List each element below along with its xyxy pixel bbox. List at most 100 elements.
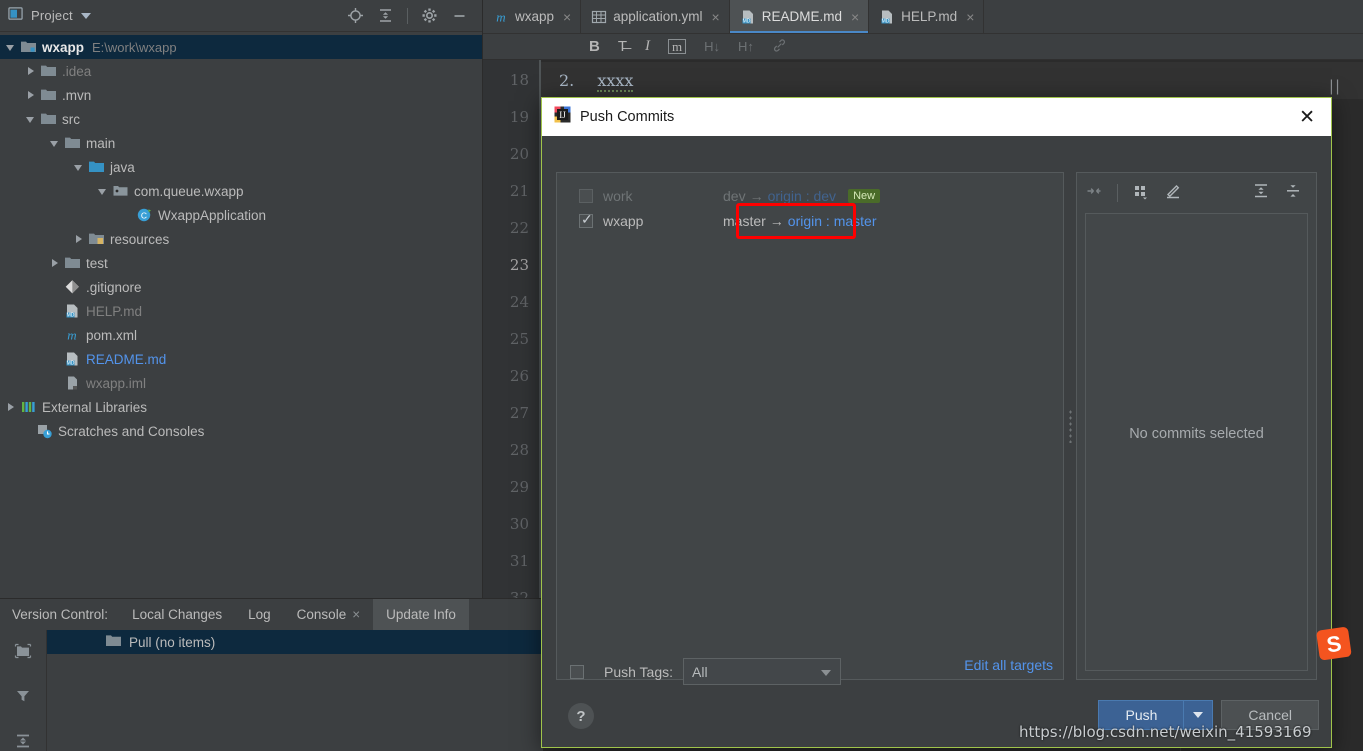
chevron-down-icon[interactable] (96, 184, 110, 198)
repo-checkbox-wxapp[interactable] (579, 211, 593, 228)
tab-label: Log (248, 607, 271, 622)
tree-item-help-md[interactable]: MD HELP.md (0, 299, 482, 323)
chevron-right-icon[interactable] (24, 64, 38, 78)
tab-application-yml[interactable]: application.yml × (581, 0, 730, 33)
chevron-down-icon[interactable] (72, 160, 86, 174)
dialog-title-bar[interactable]: IJ Push Commits ✕ (542, 98, 1331, 136)
close-icon[interactable]: × (563, 9, 571, 25)
chevron-down-icon[interactable] (80, 12, 91, 19)
chevron-right-icon[interactable] (72, 232, 86, 246)
pane-splitter[interactable] (1064, 172, 1076, 680)
tab-console[interactable]: Console × (284, 599, 373, 630)
chevron-right-icon[interactable] (4, 400, 18, 414)
maven-icon: m (64, 327, 81, 343)
tree-item-src[interactable]: src (0, 107, 482, 131)
close-icon[interactable]: × (712, 9, 720, 25)
tree-item-idea[interactable]: .idea (0, 59, 482, 83)
tab-update-info[interactable]: Update Info (373, 599, 469, 630)
markdown-icon: MD (64, 303, 81, 319)
tree-item-gitignore[interactable]: .gitignore (0, 275, 482, 299)
link-icon[interactable] (772, 38, 787, 56)
collapse-all-icon[interactable] (1284, 182, 1302, 205)
tree-item-resources[interactable]: resources (0, 227, 482, 251)
tree-item-scratches-and-consoles[interactable]: Scratches and Consoles (0, 419, 482, 443)
tab-help-md[interactable]: MD HELP.md × (869, 0, 985, 33)
markdown-icon: MD (740, 9, 756, 25)
tab-wxapp[interactable]: m wxapp × (483, 0, 582, 33)
remote-target[interactable]: origin : dev (768, 188, 836, 204)
tree-item-label: pom.xml (86, 327, 138, 343)
italic-icon[interactable]: I (645, 39, 650, 54)
tab-local-changes[interactable]: Local Changes (119, 599, 235, 630)
edit-all-targets-link[interactable]: Edit all targets (964, 657, 1053, 673)
chevron-down-icon[interactable] (48, 136, 62, 150)
tree-item-pom-xml[interactable]: m pom.xml (0, 323, 482, 347)
collapse-all-icon[interactable] (377, 7, 394, 24)
push-tags-checkbox[interactable] (570, 664, 584, 679)
push-target-wxapp[interactable]: master → origin : master (723, 213, 877, 229)
tree-item-main[interactable]: main (0, 131, 482, 155)
push-target-work[interactable]: dev → origin : dev New (723, 188, 881, 204)
group-by-icon[interactable] (1132, 182, 1150, 205)
version-control-tool-window: Version Control: Local Changes Log Conso… (0, 598, 543, 751)
tree-item-wxapp-iml[interactable]: wxapp.iml (0, 371, 482, 395)
project-tool-window: Project wxapp E:\work\wxapp .idea .mvn s… (0, 0, 483, 598)
tree-item-wxapp[interactable]: wxapp E:\work\wxapp (0, 35, 482, 59)
repo-row-wxapp[interactable]: wxapp master → origin : master (557, 208, 1063, 233)
commit-list[interactable]: No commits selected (1085, 213, 1308, 671)
chevron-down-icon[interactable] (821, 670, 832, 676)
close-icon[interactable]: × (966, 9, 974, 25)
cancel-button-label: Cancel (1248, 707, 1292, 723)
close-icon[interactable]: ✕ (1295, 108, 1319, 127)
project-tree[interactable]: wxapp E:\work\wxapp .idea .mvn src main … (0, 32, 482, 443)
vcs-tree-row-pull[interactable]: Pull (no items) (47, 630, 543, 654)
close-icon[interactable]: × (851, 9, 859, 25)
toolbar-divider (407, 7, 408, 24)
status-badge: New (848, 188, 881, 203)
tree-item-mvn[interactable]: .mvn (0, 83, 482, 107)
minimize-icon[interactable] (451, 7, 468, 24)
heading-down-icon[interactable]: H↓ (704, 40, 720, 53)
remote-target[interactable]: origin : master (788, 213, 877, 229)
tree-item-external-libraries[interactable]: External Libraries (0, 395, 482, 419)
tree-item-wxapp-application[interactable]: C WxappApplication (0, 203, 482, 227)
settings-gear-icon[interactable] (421, 7, 438, 24)
tab-log[interactable]: Log (235, 599, 284, 630)
help-button[interactable]: ? (568, 703, 594, 729)
repository-list-pane[interactable]: work dev → origin : dev New wxapp master (556, 172, 1064, 680)
tree-item-readme-md[interactable]: MD README.md (0, 347, 482, 371)
bold-icon[interactable]: B (589, 39, 600, 54)
chevron-right-icon[interactable] (48, 256, 62, 270)
repo-row-work[interactable]: work dev → origin : dev New (557, 183, 1063, 208)
expand-all-icon[interactable] (1252, 182, 1270, 205)
commit-pane-toolbar (1077, 173, 1316, 213)
version-control-tabs: Version Control: Local Changes Log Conso… (0, 599, 543, 630)
expand-all-icon[interactable] (14, 732, 32, 751)
tree-item-label: HELP.md (86, 303, 143, 319)
tree-item-package[interactable]: com.queue.wxapp (0, 179, 482, 203)
group-by-directory-icon[interactable] (14, 642, 32, 665)
chevron-down-icon[interactable] (4, 40, 18, 54)
tree-item-test[interactable]: test (0, 251, 482, 275)
strikethrough-icon[interactable]: T̶ (618, 39, 627, 54)
chevron-right-icon[interactable] (24, 88, 38, 102)
tree-item-label: wxapp (42, 39, 85, 55)
highlight-icon[interactable] (1164, 182, 1182, 205)
heading-up-icon[interactable]: H↑ (738, 40, 754, 53)
tree-item-java[interactable]: java (0, 155, 482, 179)
repo-checkbox-work[interactable] (579, 188, 593, 203)
push-tags-select[interactable]: All (683, 658, 842, 685)
chevron-down-icon[interactable] (24, 112, 38, 126)
code-span-icon[interactable]: m (668, 39, 687, 54)
tab-readme-md[interactable]: MD README.md × (729, 0, 870, 33)
sogou-input-method-icon[interactable]: S (1316, 624, 1360, 664)
locate-icon[interactable] (347, 7, 364, 24)
push-commits-dialog: IJ Push Commits ✕ work dev → origin : de… (541, 97, 1332, 748)
tree-item-label: main (86, 135, 116, 151)
show-diff-icon[interactable] (1085, 182, 1103, 205)
filter-icon[interactable] (14, 687, 32, 710)
splitter-handle[interactable] (1068, 409, 1072, 443)
dialog-title: Push Commits (580, 109, 675, 125)
close-icon[interactable]: × (352, 607, 360, 622)
